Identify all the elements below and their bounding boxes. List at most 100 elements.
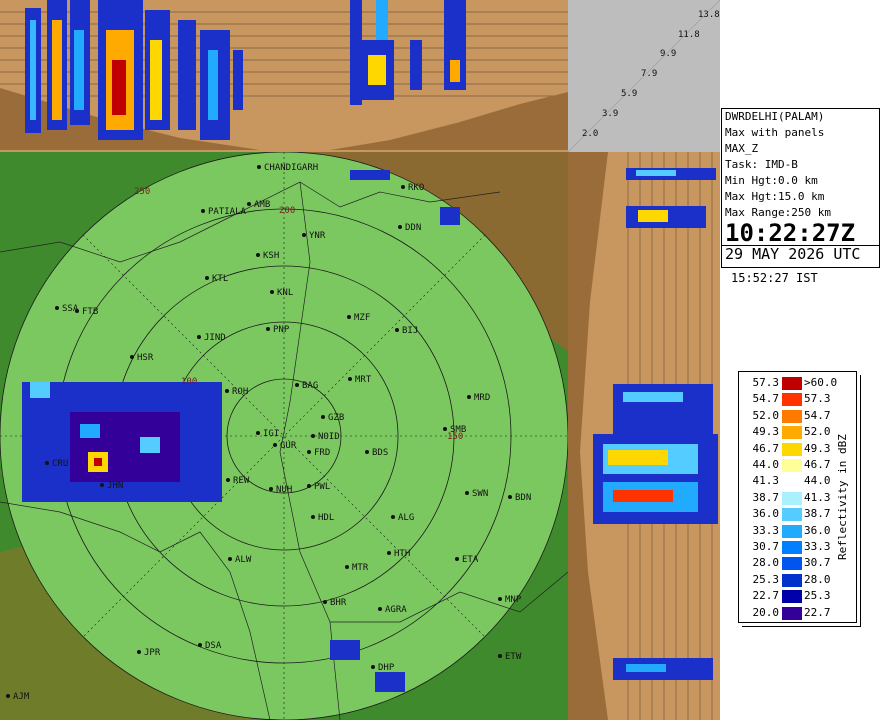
- city-label-mnp: MNP: [505, 595, 522, 605]
- right-cross-section: [568, 152, 720, 720]
- radar-map-panel: 100 150 200 250 CHANDIGARH PATIALA AMB DDN R…: [0, 152, 568, 720]
- legend-max: 33.3: [804, 540, 831, 553]
- city-marker: [365, 450, 369, 454]
- station-info-box: DWRDELHI(PALAM) Max with panels MAX_Z Ta…: [721, 108, 880, 268]
- legend-swatch: [782, 541, 802, 554]
- legend-min: 30.7: [752, 540, 780, 553]
- legend-swatch: [782, 508, 802, 522]
- legend-min: 33.3: [752, 523, 780, 537]
- city-label-ynr: YNR: [309, 231, 326, 241]
- city-marker: [311, 434, 315, 438]
- city-marker: [269, 487, 273, 491]
- city-label-smb: SMB: [450, 425, 466, 435]
- city-marker: [455, 557, 459, 561]
- radar-map: 100 150 200 250 CHANDIGARHPATIALAAMBDDNR…: [0, 152, 568, 720]
- city-marker: [371, 665, 375, 669]
- city-marker: [247, 202, 251, 206]
- city-label-ssa: SSA: [62, 304, 79, 314]
- city-marker: [508, 495, 512, 499]
- height-label-7.9: 7.9: [641, 69, 657, 79]
- city-marker: [307, 450, 311, 454]
- city-label-jind: JIND: [204, 333, 226, 343]
- city-marker: [498, 654, 502, 658]
- city-marker: [498, 597, 502, 601]
- range-label-250: 250: [134, 187, 150, 197]
- city-marker: [197, 335, 201, 339]
- city-marker: [467, 395, 471, 399]
- top-cross-section: [0, 0, 568, 152]
- city-label-noida: NOID: [318, 432, 340, 442]
- height-axis: 13.8 11.8 9.9 7.9 5.9 3.9 2.0: [568, 0, 720, 152]
- city-marker: [443, 427, 447, 431]
- height-label-5.9: 5.9: [621, 89, 637, 99]
- legend-swatch: [782, 393, 802, 407]
- city-marker: [395, 328, 399, 332]
- task-name: Task: IMD-B: [725, 158, 798, 171]
- reflectivity-legend: 57.3 >60.0 54.7 57.3 52.0 54.7 49.3 52.0 46.7 49.…: [738, 371, 857, 623]
- city-label-igi: IGI: [263, 429, 279, 439]
- legend-min: 22.7: [752, 589, 780, 603]
- city-marker: [225, 389, 229, 393]
- legend-min: 25.3: [752, 572, 780, 586]
- city-marker: [398, 225, 402, 229]
- city-marker: [256, 431, 260, 435]
- legend-max: 36.0: [804, 523, 831, 537]
- city-label-alg: ALG: [398, 513, 414, 523]
- legend-max: 44.0: [804, 474, 831, 488]
- city-label-nuh: NUH: [276, 485, 292, 495]
- legend-min: 54.7: [752, 392, 780, 406]
- city-label-mrd: MRD: [474, 393, 490, 403]
- legend-min: 44.0: [752, 458, 780, 471]
- right-cross-section-panel: [568, 152, 720, 720]
- city-marker: [401, 185, 405, 189]
- legend-max: 38.7: [804, 507, 831, 521]
- city-label-ftb: FTB: [82, 307, 98, 317]
- city-marker: [6, 694, 10, 698]
- city-marker: [321, 415, 325, 419]
- top-cross-section-panel: [0, 0, 568, 152]
- max-height: Max Hgt:15.0 km: [725, 190, 825, 203]
- ist-time: 15:52:27 IST: [731, 271, 818, 285]
- height-label-9.9: 9.9: [660, 49, 676, 59]
- legend-swatch: [782, 409, 802, 423]
- city-label-knl: KNL: [277, 288, 293, 298]
- city-label-pnp: PNP: [273, 325, 290, 335]
- city-marker: [307, 484, 311, 488]
- city-marker: [465, 491, 469, 495]
- range-label-200: 200: [279, 206, 295, 216]
- range-label-100: 100: [181, 377, 197, 387]
- city-label-bds: BDS: [372, 448, 388, 458]
- city-label-hth: HTH: [394, 549, 410, 559]
- city-marker: [137, 650, 141, 654]
- city-marker: [345, 565, 349, 569]
- city-label-chandigarh: CHANDIGARH: [264, 163, 318, 173]
- legend-max: 30.7: [804, 556, 831, 570]
- city-marker: [273, 443, 277, 447]
- city-label-meerut: MRT: [355, 375, 372, 385]
- legend-swatch: [782, 491, 802, 505]
- legend-min: 46.7: [752, 441, 780, 455]
- city-label-dsa: DSA: [205, 641, 222, 651]
- city-label-dhp: DHP: [378, 663, 395, 673]
- legend-swatch: [782, 475, 802, 489]
- legend-max: 52.0: [804, 425, 831, 439]
- city-label-frd: FRD: [314, 448, 330, 458]
- utc-time: 10:22:27Z: [725, 219, 856, 247]
- city-label-roh: ROH: [232, 387, 248, 397]
- city-marker: [228, 557, 232, 561]
- legend-min: 41.3: [752, 474, 780, 488]
- city-marker: [270, 290, 274, 294]
- legend-max: 41.3: [804, 490, 831, 504]
- city-marker: [295, 383, 299, 387]
- legend-swatch: [782, 426, 802, 440]
- city-marker: [387, 551, 391, 555]
- legend-max: 22.7: [804, 605, 831, 619]
- city-label-ktl: KTL: [212, 274, 228, 284]
- city-marker: [311, 515, 315, 519]
- legend-min: 28.0: [752, 556, 780, 570]
- product-name: Max with panels: [725, 126, 825, 139]
- city-label-agra: AGRA: [385, 605, 407, 615]
- city-marker: [256, 253, 260, 257]
- city-label-rko: RKO: [408, 183, 424, 193]
- legend-min: 49.3: [752, 425, 780, 439]
